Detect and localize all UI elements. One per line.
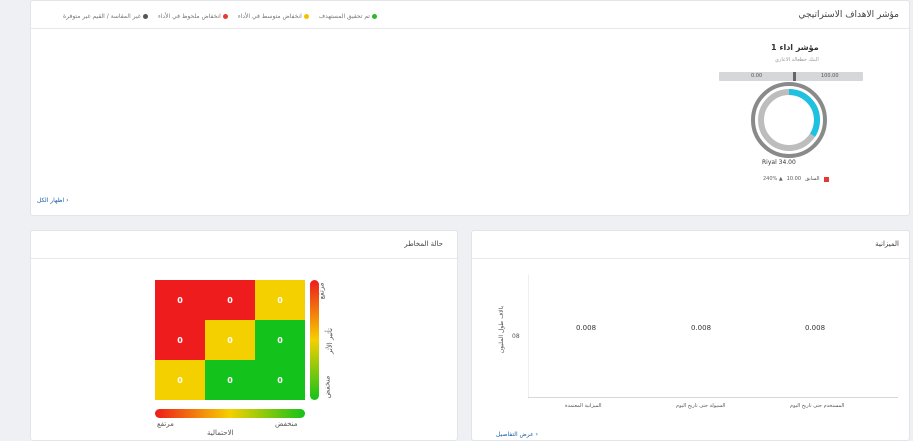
risk-title: حالة المخاطر: [404, 240, 443, 248]
impact-low-label: منخفض: [323, 375, 332, 399]
legend-item-achieved: تم تحقيق المستهدف: [319, 13, 377, 20]
probability-high-label: مرتفع: [157, 420, 174, 428]
risk-cell[interactable]: 0: [205, 280, 255, 320]
budget-x-axis: [528, 397, 898, 398]
kpi-previous-square: [823, 176, 829, 182]
legend-dot-green: [371, 14, 377, 19]
kpi-subtitle: البنك خطعالة الاعاري: [775, 57, 819, 63]
budget-card: الميزانية بالاف طول المليون 08 0.008 0.0…: [471, 230, 910, 441]
probability-axis-label: الاحتمالية: [207, 429, 234, 437]
probability-gradient-bar: [155, 409, 305, 418]
impact-axis-label: تأثير الأثر: [325, 328, 334, 354]
kpi-range-max: 100.00: [821, 73, 839, 79]
legend-item-medium: انخفاض متوسط في الأداء: [238, 13, 309, 20]
legend-item-unmeasured: غير المقاسة / القيم غير متوفرة: [63, 13, 148, 20]
probability-low-label: منخفض: [275, 420, 298, 428]
goals-card: مؤشر الاهداف الاستراتيجي تم تحقيق المسته…: [30, 0, 910, 216]
risk-cell[interactable]: 0: [205, 320, 255, 360]
risk-cell[interactable]: 0: [155, 360, 205, 400]
risk-cell[interactable]: 0: [255, 360, 305, 400]
risk-card: حالة المخاطر 0 0 0 0 0 0 0 0 0 مرتفع تأث…: [30, 230, 458, 441]
risk-cell[interactable]: 0: [155, 280, 205, 320]
category-label: السيولة حتى تاريخ اليوم: [676, 403, 726, 409]
risk-cell[interactable]: 0: [255, 280, 305, 320]
goals-legend: تم تحقيق المستهدف انخفاض متوسط في الأداء…: [63, 13, 377, 20]
kpi-previous: 240% ▲ 10.00 السابق: [763, 176, 829, 182]
kpi-value: Riyal 34.00: [762, 159, 796, 166]
category-label: الميزانية المعتمدة: [565, 403, 602, 409]
risk-matrix: 0 0 0 0 0 0 0 0 0: [155, 280, 305, 400]
bar-value-label: 0.008: [805, 324, 826, 332]
view-details-link[interactable]: عرض التفاصيل ›: [496, 431, 538, 438]
risk-cell[interactable]: 0: [205, 360, 255, 400]
risk-cell[interactable]: 0: [255, 320, 305, 360]
impact-high-label: مرتفع: [317, 282, 326, 300]
risk-cell[interactable]: 0: [155, 320, 205, 360]
budget-y-label: بالاف طول المليون: [498, 305, 506, 354]
kpi-change: 240% ▲: [763, 176, 783, 182]
budget-title: الميزانية: [875, 240, 899, 248]
kpi-previous-label: السابق: [805, 176, 820, 182]
bar-value-label: 0.008: [576, 324, 597, 332]
kpi-gauge: [751, 82, 827, 158]
legend-dot-yellow: [303, 14, 309, 19]
kpi-previous-value: 10.00: [786, 176, 802, 182]
goals-title: مؤشر الاهداف الاستراتيجي: [798, 10, 899, 20]
show-all-link[interactable]: اظهار الكل ›: [37, 197, 69, 204]
category-label: المستخدم حتى تاريخ اليوم: [790, 403, 845, 409]
kpi-range-min: 0.00: [751, 73, 763, 79]
budget-y-axis: [528, 275, 529, 397]
legend-item-significant: انخفاض ملحوظ في الأداء: [158, 13, 228, 20]
budget-y-tick: 08: [512, 333, 520, 340]
bar-value-label: 0.008: [691, 324, 712, 332]
kpi-title[interactable]: مؤشر اداء 1: [771, 43, 819, 52]
legend-dot-gray: [142, 14, 148, 19]
legend-dot-red: [222, 14, 228, 19]
